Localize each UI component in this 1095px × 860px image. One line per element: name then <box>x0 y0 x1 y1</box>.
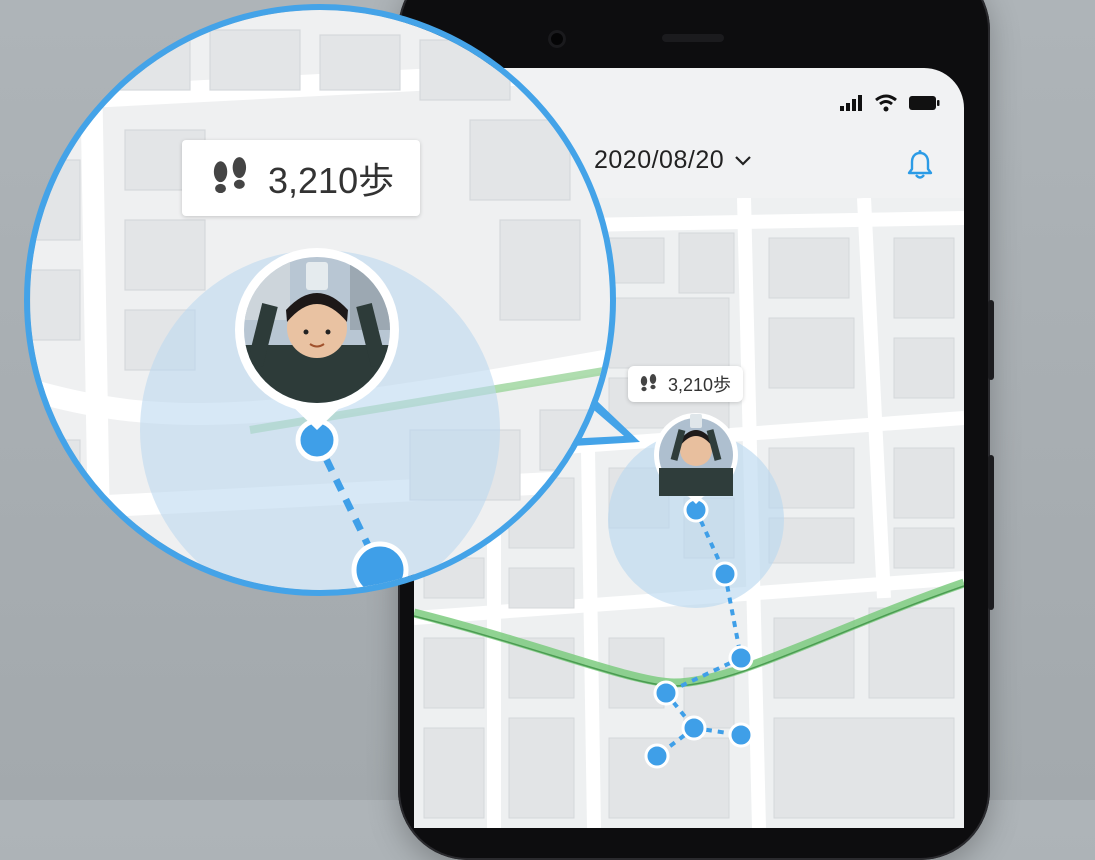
footprints-icon <box>213 157 247 194</box>
magnified-steps-badge: 3,210歩 <box>182 140 421 216</box>
magnified-map <box>30 10 610 590</box>
magnified-steps-count: 3,210歩 <box>268 160 395 201</box>
magnifier-bubble <box>30 10 610 590</box>
